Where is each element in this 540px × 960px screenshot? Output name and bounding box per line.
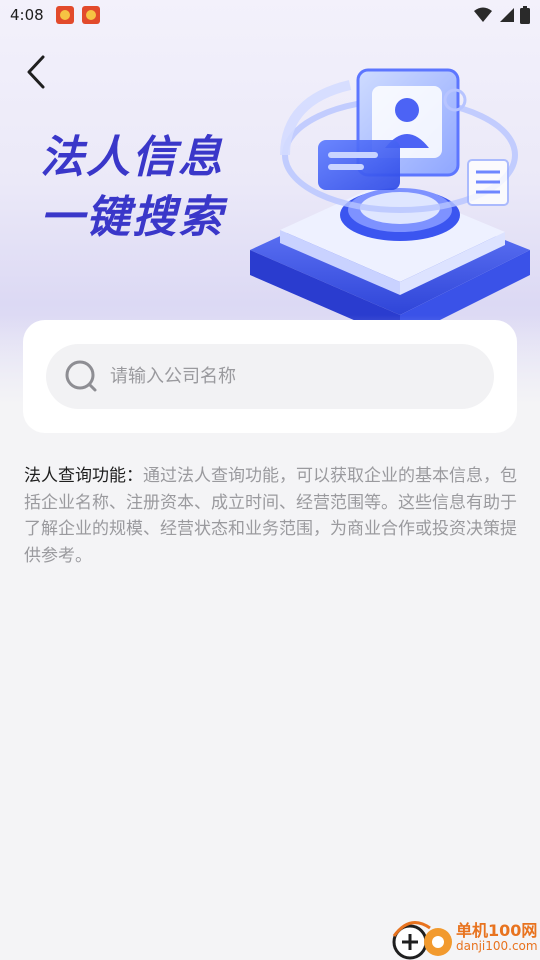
legal-person-illustration bbox=[250, 68, 530, 340]
battery-icon bbox=[520, 6, 530, 24]
watermark-name: 单机100网 bbox=[456, 921, 538, 940]
hero-title-line2: 一键搜索 bbox=[40, 192, 224, 243]
watermark-url: danji100.com bbox=[456, 939, 538, 953]
notification-app-icon bbox=[55, 6, 74, 24]
watermark-logo-icon bbox=[392, 921, 452, 960]
back-button[interactable] bbox=[18, 52, 54, 92]
status-indicators bbox=[474, 6, 530, 24]
watermark: 单机100网 danji100.com bbox=[390, 915, 540, 960]
signal-icon bbox=[500, 8, 514, 22]
hero-title: 法人信息 一键搜索 bbox=[40, 128, 224, 248]
status-bar: 4:08 bbox=[0, 0, 540, 30]
feature-description: 法人查询功能：通过法人查询功能，可以获取企业的基本信息，包括企业名称、注册资本、… bbox=[24, 463, 518, 569]
hero-title-line1: 法人信息 bbox=[40, 132, 224, 183]
chevron-left-icon bbox=[27, 55, 45, 89]
search-card bbox=[23, 320, 517, 433]
search-icon bbox=[65, 360, 97, 391]
notification-app-icon bbox=[81, 6, 100, 24]
company-name-search-input[interactable] bbox=[110, 356, 440, 397]
search-box[interactable] bbox=[46, 344, 494, 409]
status-time: 4:08 bbox=[10, 6, 44, 24]
wifi-icon bbox=[474, 7, 492, 22]
description-label: 法人查询功能： bbox=[24, 466, 143, 486]
